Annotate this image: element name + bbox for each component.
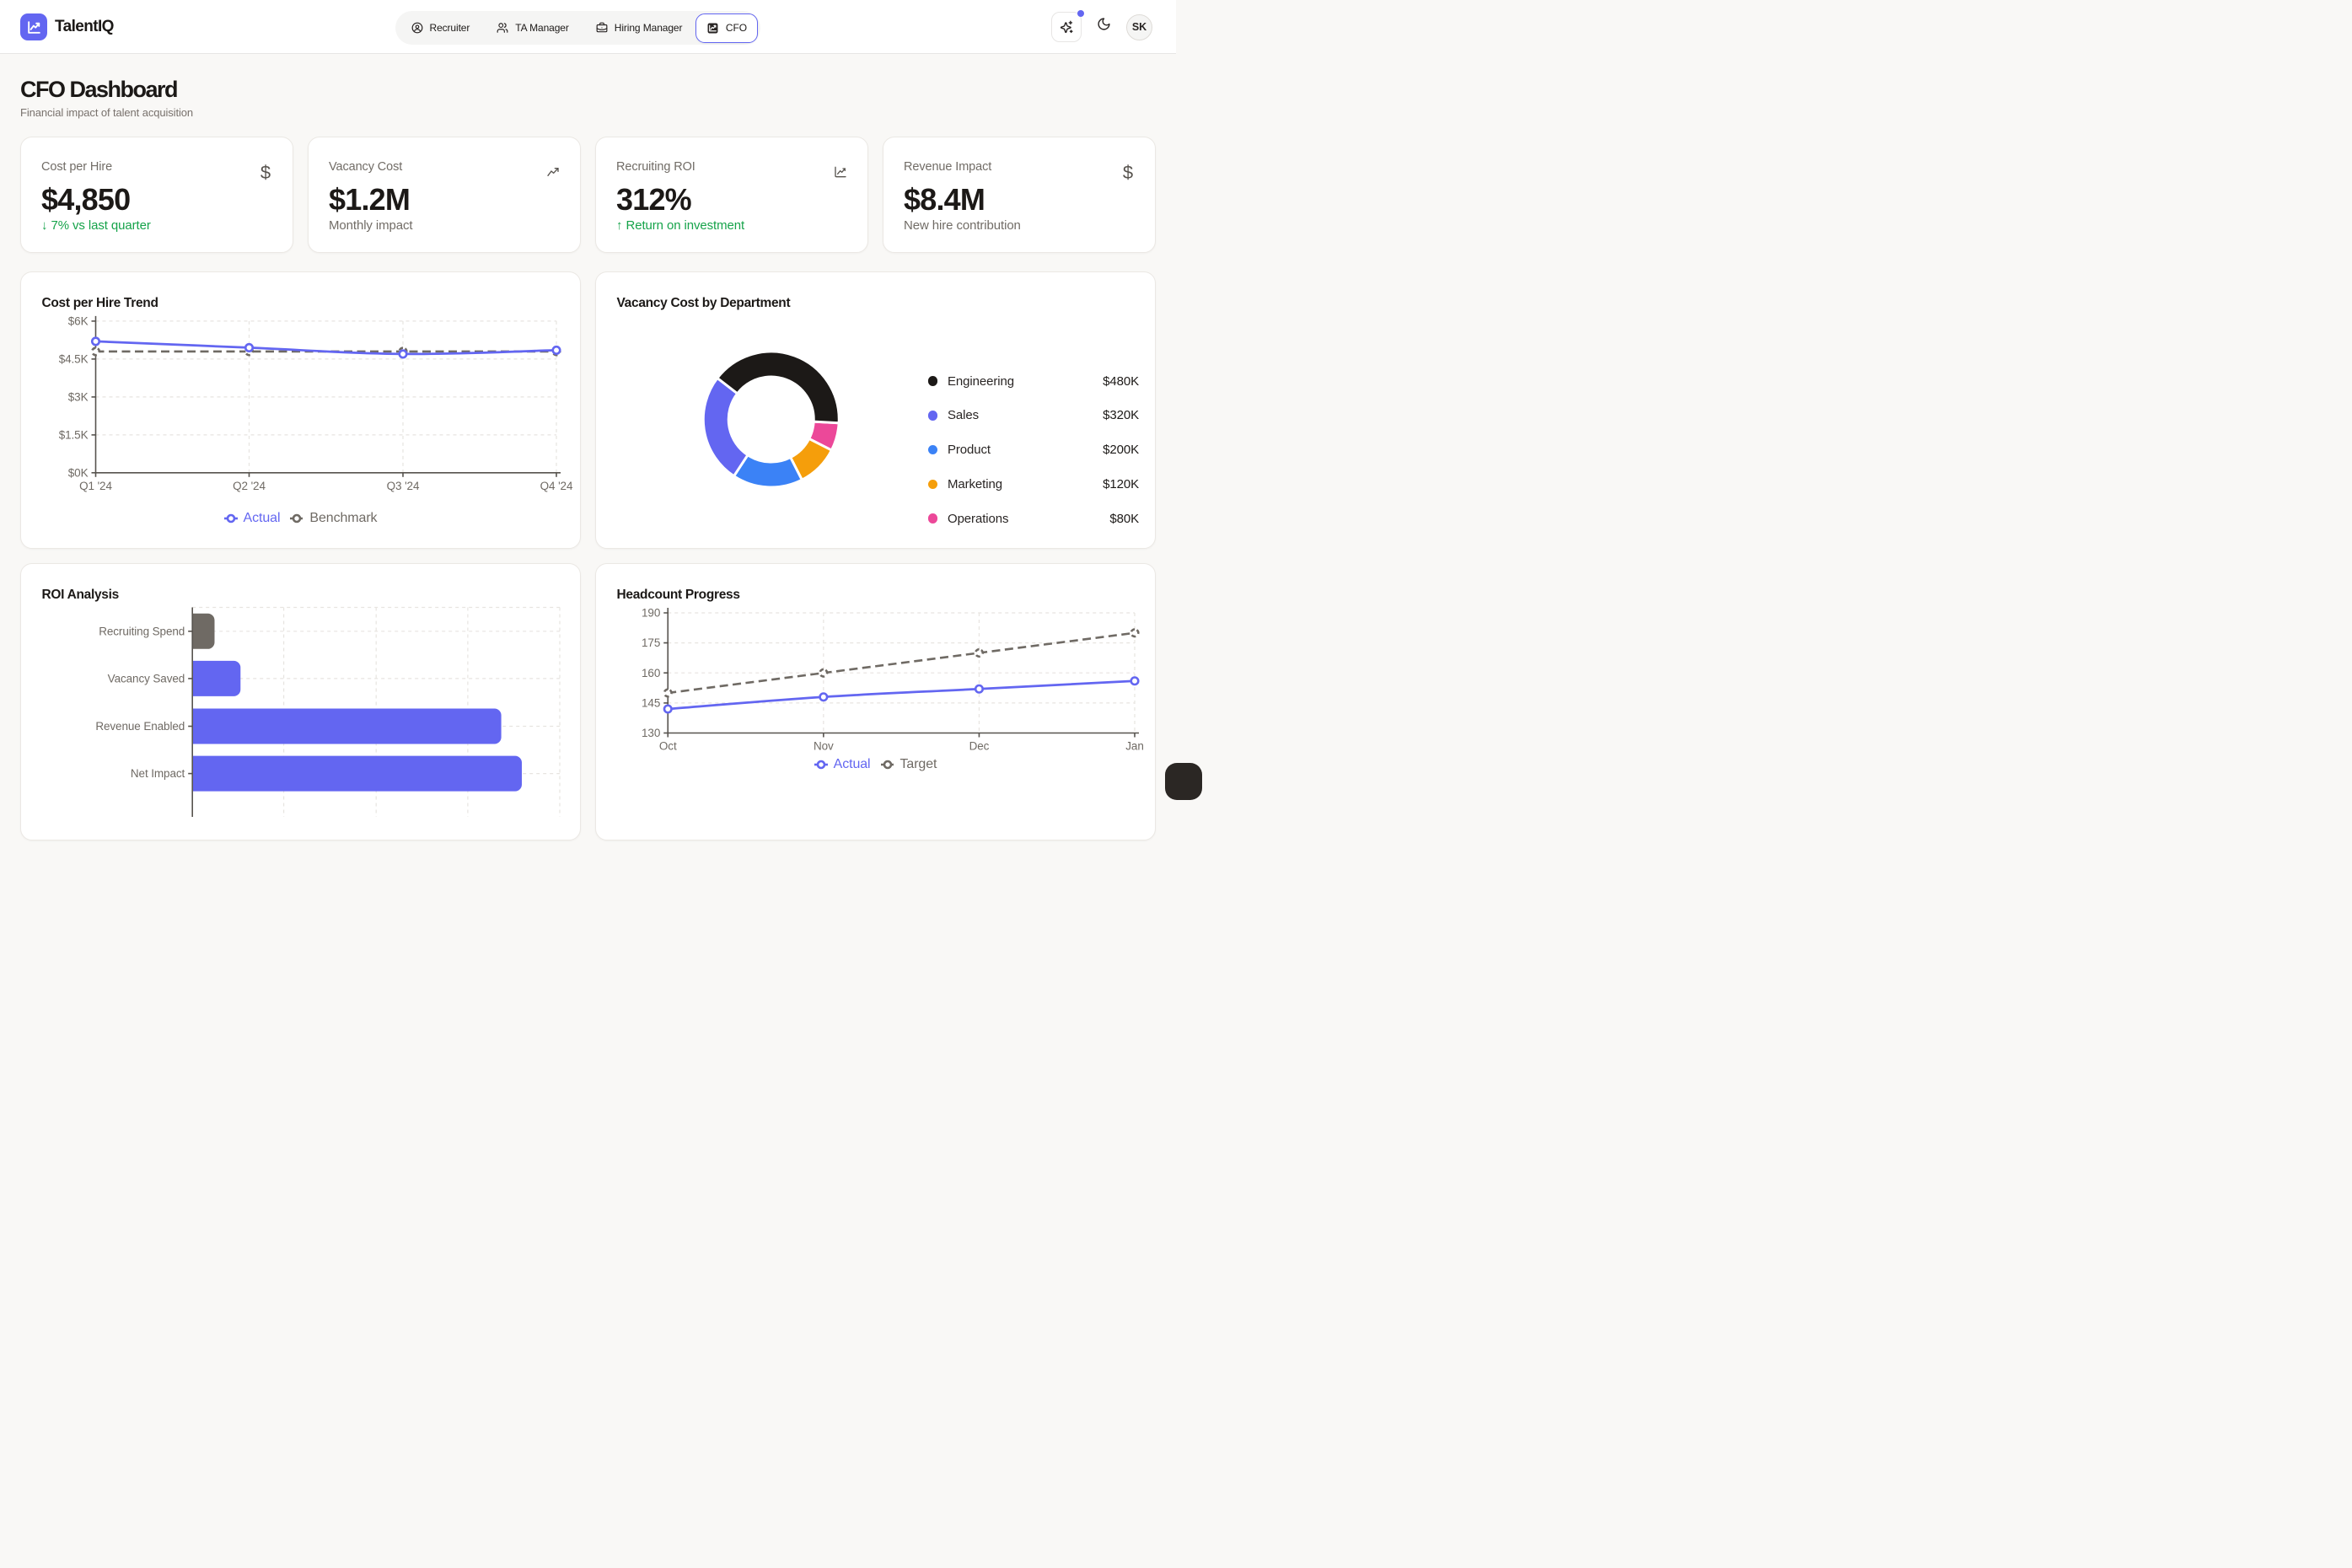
svg-text:Recruiting Spend: Recruiting Spend <box>99 625 185 637</box>
svg-text:175: 175 <box>642 636 660 649</box>
svg-text:$0K: $0K <box>68 466 89 479</box>
svg-text:Q3 '24: Q3 '24 <box>387 480 420 492</box>
svg-text:Dec: Dec <box>969 740 990 753</box>
svg-text:$3K: $3K <box>68 391 89 404</box>
svg-text:Vacancy Saved: Vacancy Saved <box>108 673 185 685</box>
svg-text:Net Impact: Net Impact <box>131 767 185 780</box>
svg-text:Q1 '24: Q1 '24 <box>79 480 112 492</box>
svg-text:130: 130 <box>642 727 660 739</box>
svg-text:190: 190 <box>642 607 660 620</box>
svg-text:$1.5K: $1.5K <box>59 429 89 442</box>
svg-text:Nov: Nov <box>814 740 834 753</box>
svg-text:$4.5K: $4.5K <box>59 353 89 366</box>
svg-text:Oct: Oct <box>659 740 677 753</box>
svg-text:Q4 '24: Q4 '24 <box>540 480 573 492</box>
svg-text:$6K: $6K <box>68 315 89 328</box>
svg-text:160: 160 <box>642 667 660 679</box>
svg-text:Revenue Enabled: Revenue Enabled <box>95 720 185 733</box>
svg-text:145: 145 <box>642 697 660 710</box>
svg-text:Jan: Jan <box>1125 740 1143 753</box>
svg-text:Q2 '24: Q2 '24 <box>233 480 266 492</box>
